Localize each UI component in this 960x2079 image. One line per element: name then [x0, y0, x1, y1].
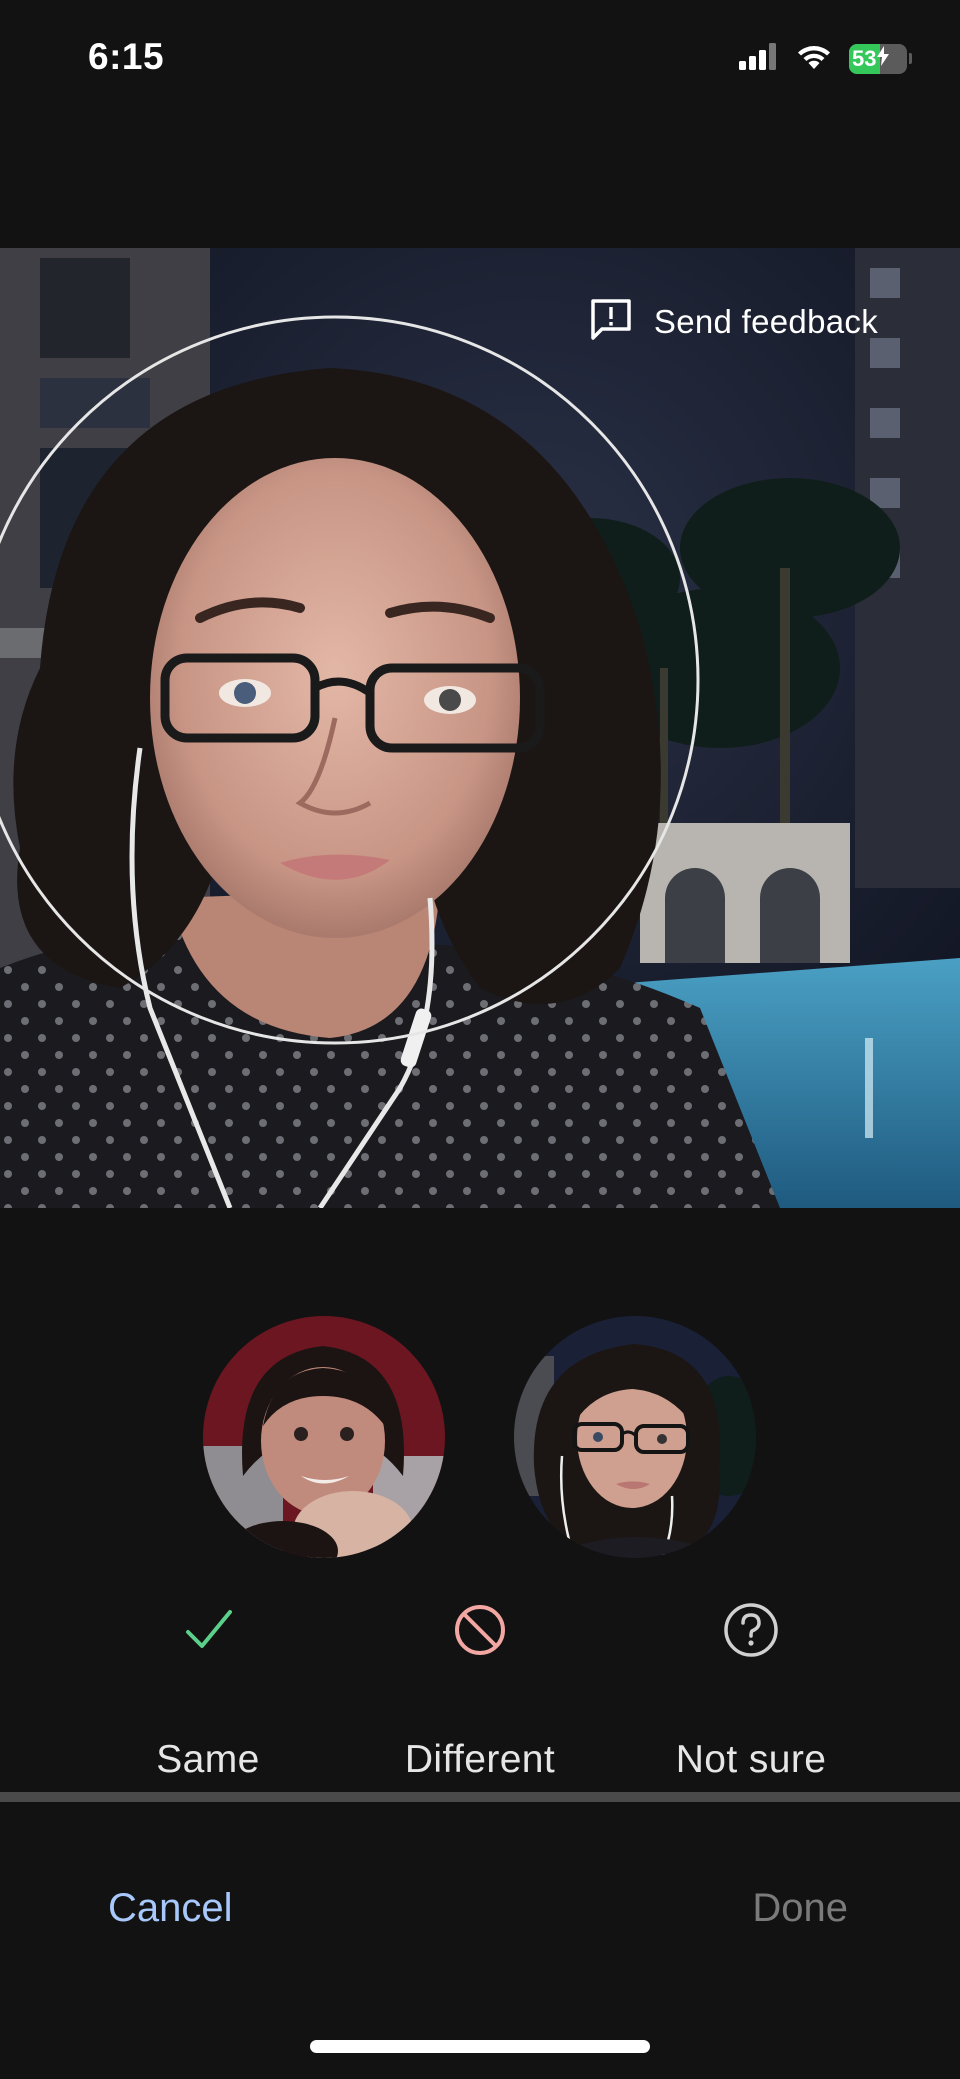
face-thumbnail-existing: [203, 1316, 445, 1558]
help-circle-icon: [719, 1598, 783, 1667]
wifi-icon: [795, 42, 833, 75]
send-feedback-button[interactable]: Send feedback: [588, 296, 878, 347]
status-icons: 53: [739, 42, 912, 75]
home-indicator[interactable]: [310, 2040, 650, 2053]
bolt-icon: [877, 46, 890, 71]
comparison-thumbnails: [0, 1316, 960, 1558]
feedback-icon: [588, 296, 634, 347]
battery-cap: [909, 53, 912, 64]
same-option[interactable]: Same: [73, 1590, 343, 1790]
status-time: 6:15: [88, 36, 165, 77]
send-feedback-label: Send feedback: [653, 302, 878, 340]
block-icon: [448, 1598, 512, 1667]
divider: [0, 1792, 960, 1802]
not-sure-option[interactable]: Not sure: [616, 1590, 886, 1790]
battery-indicator: 53: [849, 43, 907, 74]
different-option[interactable]: Different: [345, 1590, 615, 1790]
same-option-label: Same: [156, 1738, 260, 1781]
status-bar: 6:15 53: [0, 0, 960, 120]
face-thumbnail-current: [514, 1316, 756, 1558]
cancel-button[interactable]: Cancel: [108, 1886, 233, 1931]
check-icon: [176, 1598, 240, 1667]
cellular-signal-icon: [739, 42, 779, 75]
done-button[interactable]: Done: [752, 1886, 848, 1931]
battery-level: 53: [852, 45, 877, 71]
face-photo: [0, 248, 960, 1208]
not-sure-option-label: Not sure: [675, 1738, 827, 1781]
different-option-label: Different: [404, 1738, 556, 1781]
